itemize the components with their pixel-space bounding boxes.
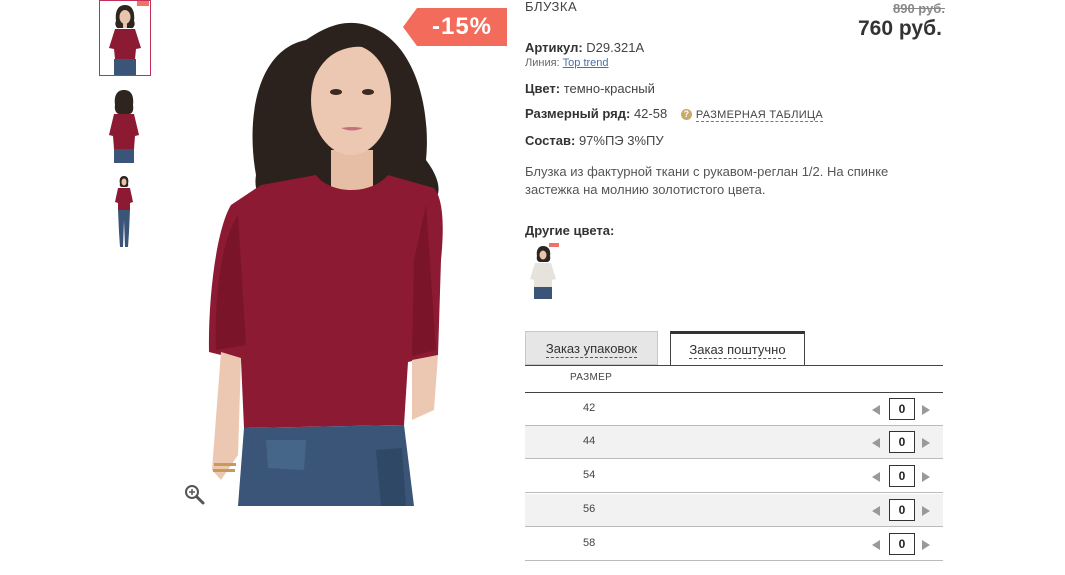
- zoom-in-icon[interactable]: [184, 484, 206, 506]
- product-photo: [208, 22, 443, 506]
- composition-row: Состав: 97%ПЭ 3%ПУ: [525, 133, 664, 148]
- article-row: Артикул: D29.321A: [525, 40, 644, 55]
- help-icon: ?: [680, 109, 692, 120]
- other-color-image: [530, 246, 556, 299]
- other-color-thumbnail[interactable]: [525, 243, 561, 299]
- new-price: 760 руб.: [858, 17, 942, 40]
- arrow-right-icon[interactable]: [922, 506, 930, 516]
- color-label: Цвет:: [525, 81, 561, 96]
- size-label: 44: [583, 435, 596, 447]
- arrow-left-icon[interactable]: [872, 405, 880, 415]
- article-label: Артикул:: [525, 40, 583, 55]
- sale-badge: [137, 1, 149, 6]
- size-row: 42: [525, 393, 943, 426]
- size-label: 54: [583, 469, 596, 481]
- tab-piece-order[interactable]: Заказ поштучно: [670, 331, 805, 366]
- composition-label: Состав:: [525, 133, 576, 148]
- thumbnail-front[interactable]: [99, 0, 151, 76]
- size-row: 58: [525, 528, 943, 561]
- quantity-input[interactable]: [889, 465, 915, 487]
- size-row: 44: [525, 426, 943, 459]
- size-range-row: Размерный ряд: 42-58 ? РАЗМЕРНАЯ ТАБЛИЦА: [525, 106, 823, 122]
- arrow-left-icon[interactable]: [872, 438, 880, 448]
- line-row: Линия: Top trend: [525, 57, 609, 69]
- size-label: 56: [583, 503, 596, 515]
- quantity-input[interactable]: [889, 499, 915, 521]
- thumbnail-back[interactable]: [99, 87, 151, 163]
- quantity-input[interactable]: [889, 431, 915, 453]
- tab-pack-order[interactable]: Заказ упаковок: [525, 331, 658, 365]
- size-row: 56: [525, 494, 943, 527]
- tab-divider: [525, 365, 943, 366]
- other-colors-label: Другие цвета:: [525, 223, 615, 238]
- arrow-left-icon[interactable]: [872, 472, 880, 482]
- discount-badge: -15%: [403, 8, 507, 46]
- size-range-label: Размерный ряд:: [525, 106, 631, 121]
- arrow-right-icon[interactable]: [922, 438, 930, 448]
- product-description: Блузка из фактурной ткани с рукавом-регл…: [525, 164, 889, 197]
- thumbnail-full-image: [115, 176, 133, 247]
- sale-badge: [549, 243, 559, 247]
- size-column-header: РАЗМЕР: [570, 372, 613, 383]
- article-value: D29.321A: [586, 40, 645, 55]
- thumbnail-back-image: [109, 90, 139, 163]
- product-category: БЛУЗКА: [525, 0, 578, 14]
- thumbnail-full[interactable]: [99, 174, 151, 250]
- size-row: 54: [525, 460, 943, 493]
- arrow-right-icon[interactable]: [922, 405, 930, 415]
- thumbnail-front-image: [109, 5, 141, 75]
- quantity-input[interactable]: [889, 533, 915, 555]
- color-value: темно-красный: [563, 81, 655, 96]
- size-table-link[interactable]: РАЗМЕРНАЯ ТАБЛИЦА: [695, 109, 823, 122]
- size-range-value: 42-58: [633, 106, 668, 121]
- arrow-right-icon[interactable]: [922, 540, 930, 550]
- quantity-input[interactable]: [889, 398, 915, 420]
- old-price: 890 руб.: [893, 1, 945, 16]
- size-label: 58: [583, 537, 596, 549]
- line-link[interactable]: Top trend: [563, 57, 609, 69]
- arrow-left-icon[interactable]: [872, 540, 880, 550]
- arrow-right-icon[interactable]: [922, 472, 930, 482]
- size-label: 42: [583, 402, 596, 414]
- line-label: Линия:: [525, 57, 560, 69]
- color-row: Цвет: темно-красный: [525, 81, 655, 96]
- arrow-left-icon[interactable]: [872, 506, 880, 516]
- product-main-image[interactable]: [176, 0, 510, 506]
- composition-value: 97%ПЭ 3%ПУ: [578, 133, 664, 148]
